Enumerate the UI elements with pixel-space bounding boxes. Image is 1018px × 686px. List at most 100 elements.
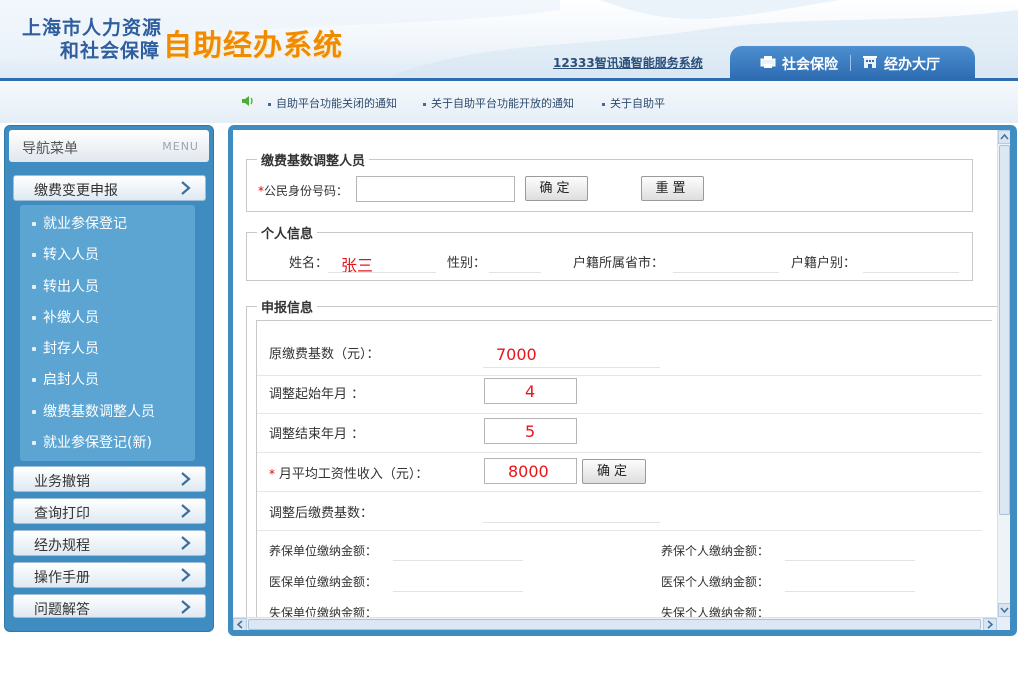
tab-social-insurance-label: 社会保险 xyxy=(782,57,838,73)
start-month-value: 4 xyxy=(525,382,536,401)
orig-base-value: 7000 xyxy=(496,345,537,364)
app-header: 上海市人力资源 和社会保障 自助经办系统 12333智讯通智能服务系统 社会保险… xyxy=(0,0,1018,81)
menu-label: 经办规程 xyxy=(34,538,90,554)
bullet-icon xyxy=(32,441,36,445)
scroll-up-icon[interactable] xyxy=(998,130,1010,144)
orig-base-underline xyxy=(483,367,660,368)
nav-title-en: MENU xyxy=(162,140,199,153)
scroll-left-icon[interactable] xyxy=(233,618,247,630)
chevron-right-icon xyxy=(181,600,191,614)
gender-label: 性别： xyxy=(447,256,487,271)
submenu-item[interactable]: 转入人员 xyxy=(32,244,99,264)
tab-social-insurance[interactable]: 社会保险 xyxy=(760,54,838,74)
menu-query-print[interactable]: 查询打印 xyxy=(13,498,206,524)
horizontal-scroll-thumb[interactable] xyxy=(248,619,981,630)
notice-link-3[interactable]: 关于自助平 xyxy=(602,95,665,111)
printer-icon xyxy=(760,55,776,73)
end-month-value: 5 xyxy=(525,422,536,441)
vertical-scroll-thumb[interactable] xyxy=(999,145,1010,515)
bullet-icon xyxy=(32,378,36,382)
bullet-icon xyxy=(32,222,36,226)
submenu-item[interactable]: 就业参保登记 xyxy=(32,213,127,233)
medical-person-label: 医保个人缴纳金额： xyxy=(661,575,770,589)
new-base-underline xyxy=(483,522,660,523)
top-tabs: 社会保险 经办大厅 xyxy=(730,46,975,78)
row-divider xyxy=(257,413,982,414)
medical-unit-underline xyxy=(393,591,523,592)
end-month-label: 调整结束年月 ： xyxy=(269,427,365,442)
name-underline xyxy=(328,272,436,273)
submenu-item[interactable]: 就业参保登记(新) xyxy=(32,432,152,452)
submenu-panel: 就业参保登记 转入人员 转出人员 补缴人员 封存人员 启封人员 缴费基数调整人员… xyxy=(20,205,195,461)
id-number-input[interactable] xyxy=(356,176,515,202)
submenu-item[interactable]: 启封人员 xyxy=(32,369,99,389)
income-confirm-button[interactable]: 确定 xyxy=(582,459,646,484)
menu-label: 查询打印 xyxy=(34,506,90,522)
orig-base-label: 原缴费基数（元）： xyxy=(269,347,380,362)
pension-person-underline xyxy=(785,560,915,561)
bullet-icon xyxy=(32,316,36,320)
row-divider xyxy=(257,375,982,376)
menu-faq[interactable]: 问题解答 xyxy=(13,594,206,618)
submenu-item-active[interactable]: 缴费基数调整人员 xyxy=(32,401,155,421)
service-system-link[interactable]: 12333智讯通智能服务系统 xyxy=(553,54,703,71)
reset-button[interactable]: 重置 xyxy=(641,176,704,201)
end-month-input[interactable]: 5 xyxy=(484,418,577,444)
start-month-input[interactable]: 4 xyxy=(484,378,577,404)
name-label: 姓名： xyxy=(289,256,329,271)
menu-payment-change[interactable]: 缴费变更申报 xyxy=(13,175,206,201)
menu-label: 操作手册 xyxy=(34,570,90,586)
chevron-right-icon xyxy=(181,181,191,195)
submenu-item[interactable]: 转出人员 xyxy=(32,276,99,296)
menu-business-cancel[interactable]: 业务撤销 xyxy=(13,466,206,492)
tab-service-hall-label: 经办大厅 xyxy=(884,57,940,73)
building-icon xyxy=(862,55,878,73)
notice-link-2[interactable]: 关于自助平台功能开放的通知 xyxy=(423,95,574,111)
logo-line2: 和社会保障 xyxy=(60,40,161,62)
province-underline xyxy=(673,272,779,273)
nav-title: 导航菜单 xyxy=(22,141,78,157)
menu-manual[interactable]: 操作手册 xyxy=(13,562,206,588)
pension-unit-label: 养保单位缴纳金额： xyxy=(269,544,378,558)
system-title: 自助经办系统 xyxy=(163,28,344,62)
province-label: 户籍所属省市： xyxy=(573,256,665,271)
submenu-item[interactable]: 封存人员 xyxy=(32,338,99,358)
vertical-scrollbar[interactable] xyxy=(997,130,1010,617)
menu-procedures[interactable]: 经办规程 xyxy=(13,530,206,556)
speaker-icon xyxy=(242,96,253,106)
bullet-icon xyxy=(32,285,36,289)
income-value: 8000 xyxy=(508,462,549,481)
submenu-item[interactable]: 补缴人员 xyxy=(32,307,99,327)
bullet-icon xyxy=(32,410,36,414)
tab-service-hall[interactable]: 经办大厅 xyxy=(862,54,940,74)
row-divider xyxy=(257,491,982,492)
menu-label: 问题解答 xyxy=(34,602,90,618)
scroll-down-icon[interactable] xyxy=(998,603,1010,617)
hukou-label: 户籍户别： xyxy=(791,256,857,271)
row-divider xyxy=(257,530,982,531)
hukou-underline xyxy=(863,272,959,273)
income-label: * 月平均工资性收入（元）： xyxy=(269,467,429,482)
notice-link-1[interactable]: 自助平台功能关闭的通知 xyxy=(268,95,397,111)
row-divider xyxy=(257,452,982,453)
horizontal-scrollbar[interactable] xyxy=(233,617,997,630)
section-title: 缴费基数调整人员 xyxy=(261,154,366,169)
pension-unit-underline xyxy=(393,560,523,561)
new-base-label: 调整后缴费基数： xyxy=(269,506,374,521)
income-input[interactable]: 8000 xyxy=(484,458,577,484)
section-title: 个人信息 xyxy=(261,227,314,242)
pension-person-label: 养保个人缴纳金额： xyxy=(661,544,770,558)
bullet-icon xyxy=(423,102,426,106)
bullet-icon xyxy=(32,347,36,351)
scroll-right-icon[interactable] xyxy=(983,618,997,630)
chevron-right-icon xyxy=(181,504,191,518)
id-number-label: *公民身份号码： xyxy=(258,184,349,198)
medical-person-underline xyxy=(785,591,915,592)
bullet-icon xyxy=(602,102,605,106)
scroll-corner xyxy=(997,617,1010,630)
id-confirm-button[interactable]: 确定 xyxy=(525,176,588,201)
tab-divider xyxy=(850,55,851,71)
medical-unit-label: 医保单位缴纳金额： xyxy=(269,575,378,589)
chevron-right-icon xyxy=(181,472,191,486)
gender-underline xyxy=(489,272,541,273)
